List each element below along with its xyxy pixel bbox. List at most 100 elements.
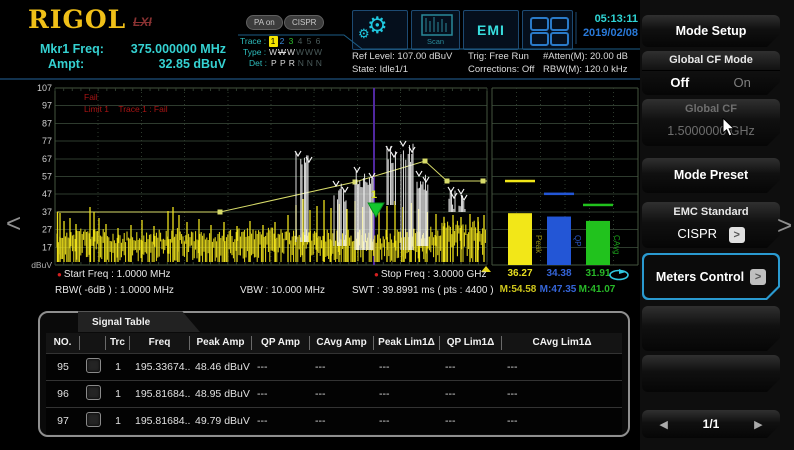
peak-meter-value: 36.27: [498, 268, 542, 279]
cavg-meter-max: M:41.07: [575, 284, 619, 295]
marker-freq-label: Mkr1 Freq:: [40, 42, 104, 56]
emi-mode-button[interactable]: EMI: [463, 10, 519, 50]
type-3: W: [287, 47, 296, 58]
off-option[interactable]: Off: [651, 71, 709, 95]
trace-3[interactable]: 3: [287, 36, 296, 47]
svg-text:1: 1: [371, 189, 377, 201]
det-2: P: [278, 58, 287, 69]
gear-icon: ⚙: [367, 12, 388, 39]
type-2: W: [278, 47, 287, 58]
type-4: W: [296, 47, 305, 58]
marker-freq-value: 375.000000 MHz: [112, 42, 226, 56]
swt-annotation: SWT : 39.8991 ms ( pts : 4400 ): [352, 285, 494, 296]
page-control: ◀ 1/1 ▶: [642, 410, 780, 438]
type-label: Type :: [243, 47, 266, 57]
mode-setup-button[interactable]: Mode Setup: [642, 15, 780, 47]
qp-meter-value: 34.38: [537, 268, 581, 279]
trace-5[interactable]: 5: [305, 36, 314, 47]
trace-legend: Trace : 123456 Type : WWWWWW Det : PPRNN…: [240, 36, 323, 69]
mode-preset-button[interactable]: Mode Preset: [642, 158, 780, 193]
emc-standard-value: CISPR: [677, 226, 717, 241]
start-freq: ●Start Freq : 1.0000 MHz: [57, 269, 171, 280]
marker-ampt-label: Ampt:: [48, 57, 84, 71]
pa-on-button[interactable]: PA on: [246, 15, 283, 30]
qp-meter-max: M:47.35: [536, 284, 580, 295]
svg-text:57: 57: [42, 172, 52, 182]
row-checkbox[interactable]: [86, 412, 101, 427]
limit-status: Limit 1 Trace 1 : Fail: [84, 104, 168, 114]
rbw-meter: RBW(M): 120.0 kHz: [543, 64, 627, 75]
analyzer-screen: RIGOL LXI PA on CISPR Mkr1 Freq: 375.000…: [0, 0, 794, 450]
signal-table-tab[interactable]: Signal Table: [78, 311, 200, 332]
svg-text:dBuV: dBuV: [31, 260, 52, 270]
type-1: W: [269, 47, 278, 58]
svg-text:27: 27: [42, 225, 52, 235]
det-5: N: [305, 58, 314, 69]
trace-6[interactable]: 6: [314, 36, 323, 47]
system-setup-button[interactable]: ⚙ ⚙: [352, 10, 408, 50]
rbw-annotation: RBW( -6dB ) : 1.0000 MHz: [55, 285, 174, 296]
lxi-badge: LXI: [133, 15, 152, 29]
type-5: W: [305, 47, 314, 58]
table-row[interactable]: 96 1195.81684... 48.95 dBuV--- ------ --…: [46, 380, 622, 407]
emc-standard-button[interactable]: EMC Standard CISPR >: [642, 202, 780, 248]
row-checkbox[interactable]: [86, 385, 101, 400]
svg-text:77: 77: [42, 136, 52, 146]
trace-2[interactable]: 2: [278, 36, 287, 47]
trace-1[interactable]: 1: [269, 36, 278, 47]
rigol-logo: RIGOL: [28, 5, 126, 34]
softkey-menu: Mode Setup Global CF Mode Off On Global …: [640, 0, 794, 450]
state: State: Idle1/1: [352, 64, 408, 75]
expand-menu-chevron[interactable]: >: [777, 210, 792, 241]
display-layout-button[interactable]: [522, 10, 573, 50]
on-option[interactable]: On: [713, 71, 771, 95]
global-cf-button[interactable]: Global CF 1.5000000 GHz: [642, 99, 780, 146]
clock-time: 05:13:11: [580, 13, 638, 25]
svg-text:97: 97: [42, 101, 52, 111]
det-6: N: [314, 58, 323, 69]
meters-control-button[interactable]: Meters Control >: [642, 253, 780, 300]
submenu-arrow-icon: >: [729, 227, 745, 243]
gear-small-icon: ⚙: [358, 26, 370, 42]
ref-level: Ref Level: 107.00 dBuV: [352, 51, 452, 62]
svg-text:87: 87: [42, 118, 52, 128]
svg-text:17: 17: [42, 242, 52, 252]
hide-left-panel-chevron[interactable]: <: [6, 208, 21, 239]
det-1: P: [269, 58, 278, 69]
main-area: RIGOL LXI PA on CISPR Mkr1 Freq: 375.000…: [0, 0, 640, 450]
scan-button[interactable]: Scan: [411, 10, 460, 50]
clock-date: 2019/02/08: [572, 27, 638, 39]
peak-meter-max: M:54.58: [496, 284, 540, 295]
svg-text:QP: QP: [573, 235, 582, 247]
vbw-annotation: VBW : 10.000 MHz: [240, 285, 325, 296]
scan-icon: [418, 13, 463, 37]
svg-text:107: 107: [37, 83, 52, 93]
scan-label: Scan: [412, 37, 459, 46]
svg-text:67: 67: [42, 154, 52, 164]
repeat-icon[interactable]: [607, 269, 631, 282]
page-indicator: 1/1: [703, 417, 720, 431]
corrections: Corrections: Off: [468, 64, 534, 75]
fail-flag: Fail: [84, 92, 98, 102]
svg-text:47: 47: [42, 189, 52, 199]
page-prev-button[interactable]: ◀: [659, 418, 667, 431]
page-next-button[interactable]: ▶: [754, 418, 762, 431]
changed-dot-icon: ●: [374, 270, 379, 279]
softkey-blank-1: [642, 306, 780, 351]
cispr-button[interactable]: CISPR: [284, 15, 324, 30]
det-label: Det :: [249, 58, 267, 68]
det-3: R: [287, 58, 296, 69]
row-checkbox[interactable]: [86, 358, 101, 373]
svg-text:CAvg: CAvg: [612, 235, 621, 254]
global-cf-mode-button[interactable]: Global CF Mode Off On: [642, 51, 780, 95]
changed-dot-icon: ●: [57, 270, 62, 279]
svg-text:Peak: Peak: [534, 235, 543, 254]
signal-table-header: NO. TrcFreq Peak AmpQP Amp CAvg AmpPeak …: [46, 333, 622, 353]
trace-4[interactable]: 4: [296, 36, 305, 47]
table-row[interactable]: 95 1195.33674... 48.46 dBuV--- ------ --…: [46, 353, 622, 380]
det-4: N: [296, 58, 305, 69]
table-row[interactable]: 97 1195.81684... 49.79 dBuV--- ------ --…: [46, 407, 622, 434]
emi-label: EMI: [464, 11, 518, 49]
trace-label: Trace :: [240, 36, 266, 46]
atten: #Atten(M): 20.00 dB: [543, 51, 628, 62]
